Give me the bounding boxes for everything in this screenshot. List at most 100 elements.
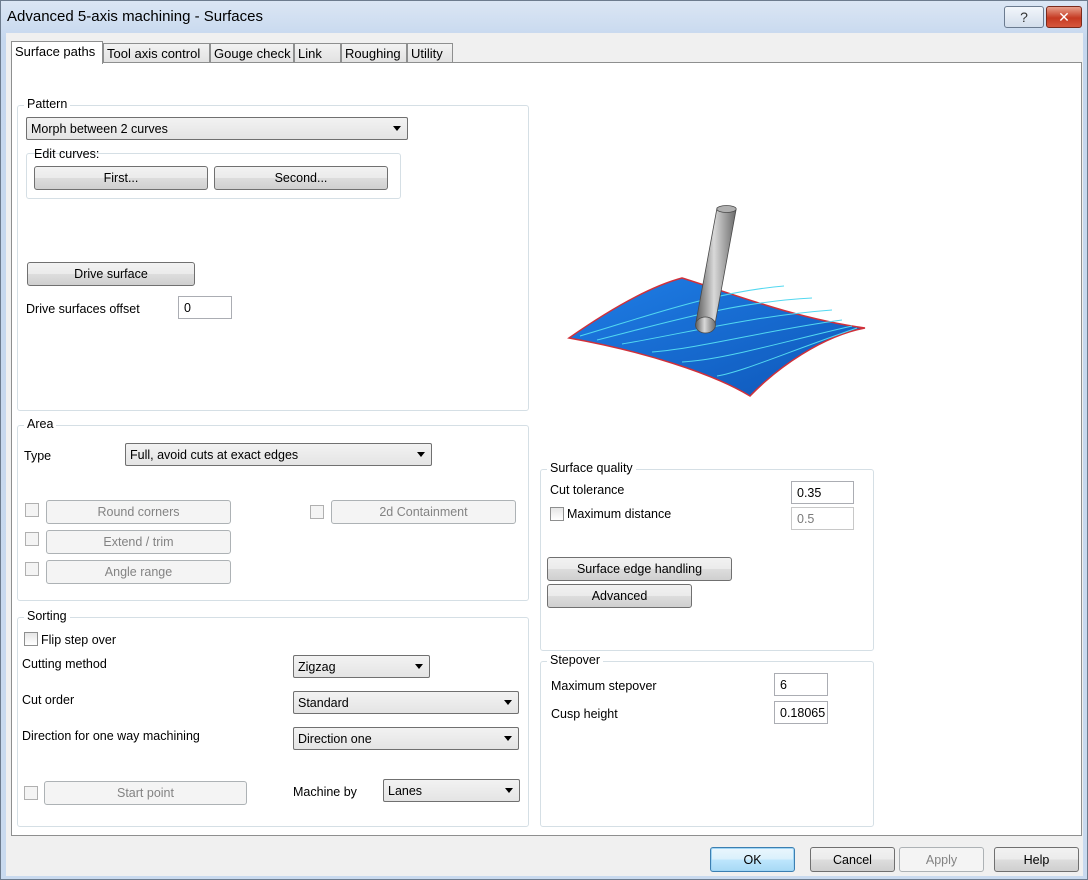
flip-step-over-label: Flip step over <box>41 633 117 647</box>
ok-button-label: OK <box>743 852 762 867</box>
ok-button[interactable]: OK <box>710 847 795 872</box>
drive-surface-button-label: Drive surface <box>74 267 148 281</box>
sorting-group-label: Sorting <box>24 609 70 623</box>
tab-label: Tool axis control <box>107 46 201 61</box>
machine-by-value: Lanes <box>388 784 423 798</box>
title-bar[interactable]: Advanced 5-axis machining - Surfaces ? ✕ <box>1 1 1087 33</box>
area-type-value: Full, avoid cuts at exact edges <box>130 448 299 462</box>
surface-quality-group: Surface quality Cut tolerance 0.35 Maxim… <box>540 461 874 651</box>
round-corners-checkbox[interactable] <box>25 503 39 517</box>
containment-checkbox[interactable] <box>310 505 324 519</box>
containment-button[interactable]: 2d Containment <box>331 500 516 524</box>
drive-offset-input[interactable]: 0 <box>178 296 232 319</box>
area-type-label: Type <box>24 449 52 463</box>
cusp-height-label: Cusp height <box>551 707 618 721</box>
surface-paths-page: Pattern Morph between 2 curves Edit curv… <box>11 62 1082 836</box>
help-icon: ? <box>1020 9 1028 25</box>
tab-utility[interactable]: Utility <box>407 43 453 63</box>
surface-edge-handling-label: Surface edge handling <box>576 562 703 576</box>
cancel-button[interactable]: Cancel <box>810 847 895 872</box>
max-distance-checkbox[interactable] <box>550 507 564 521</box>
cancel-button-label: Cancel <box>833 852 872 867</box>
pattern-group: Pattern Morph between 2 curves Edit curv… <box>17 97 529 411</box>
apply-button-label: Apply <box>925 852 958 867</box>
area-type-select[interactable]: Full, avoid cuts at exact edges <box>125 443 432 466</box>
tab-link[interactable]: Link <box>294 43 341 63</box>
cut-order-select[interactable]: Standard <box>293 691 519 714</box>
second-curve-button-label: Second... <box>274 171 328 185</box>
window-title: Advanced 5-axis machining - Surfaces <box>7 8 263 25</box>
title-close-button[interactable]: ✕ <box>1046 6 1082 28</box>
tab-label: Link <box>298 46 322 61</box>
area-group-label: Area <box>24 417 57 431</box>
close-icon: ✕ <box>1058 8 1070 25</box>
start-point-checkbox[interactable] <box>24 786 38 800</box>
max-stepover-label: Maximum stepover <box>551 679 657 693</box>
drive-surface-button[interactable]: Drive surface <box>27 262 195 286</box>
chevron-down-icon <box>417 452 425 457</box>
start-point-button-label: Start point <box>117 786 174 800</box>
help-button[interactable]: Help <box>994 847 1079 872</box>
second-curve-button[interactable]: Second... <box>214 166 388 190</box>
chevron-down-icon <box>505 788 513 793</box>
machine-by-label: Machine by <box>293 785 357 799</box>
surface-preview-image <box>567 205 866 397</box>
dialog-window: Advanced 5-axis machining - Surfaces ? ✕… <box>0 0 1088 880</box>
cut-tolerance-input[interactable]: 0.35 <box>791 481 854 504</box>
round-corners-button[interactable]: Round corners <box>46 500 231 524</box>
stepover-group-label: Stepover <box>547 653 604 667</box>
cutting-method-value: Zigzag <box>298 660 336 674</box>
angle-range-button-label: Angle range <box>104 565 173 579</box>
max-distance-label: Maximum distance <box>567 507 672 521</box>
tab-label: Roughing <box>345 46 401 61</box>
chevron-down-icon <box>504 700 512 705</box>
help-button-label: Help <box>1023 852 1050 867</box>
pattern-type-select[interactable]: Morph between 2 curves <box>26 117 408 140</box>
stepover-group: Stepover Maximum stepover 6 Cusp height … <box>540 653 874 827</box>
first-curve-button-label: First... <box>103 171 139 185</box>
tab-roughing[interactable]: Roughing <box>341 43 407 63</box>
drive-offset-label: Drive surfaces offset <box>26 302 140 316</box>
surface-edge-handling-button[interactable]: Surface edge handling <box>547 557 732 581</box>
tab-label: Gouge check <box>214 46 291 61</box>
max-distance-input[interactable]: 0.5 <box>791 507 854 530</box>
extend-trim-button-label: Extend / trim <box>103 535 174 549</box>
advanced-button-label: Advanced <box>591 589 648 603</box>
cusp-height-input[interactable]: 0.18065 <box>774 701 828 724</box>
angle-range-checkbox[interactable] <box>25 562 39 576</box>
dialog-client-area: Surface paths Tool axis control Gouge ch… <box>6 33 1083 876</box>
tab-label: Surface paths <box>15 44 96 59</box>
tab-label: Utility <box>411 46 443 61</box>
angle-range-button[interactable]: Angle range <box>46 560 231 584</box>
apply-button[interactable]: Apply <box>899 847 984 872</box>
pattern-type-value: Morph between 2 curves <box>31 122 168 136</box>
machine-by-select[interactable]: Lanes <box>383 779 520 802</box>
extend-trim-checkbox[interactable] <box>25 532 39 546</box>
sorting-group: Sorting Flip step over Cutting method Zi… <box>17 609 529 827</box>
tab-surface-paths[interactable]: Surface paths <box>11 41 103 64</box>
first-curve-button[interactable]: First... <box>34 166 208 190</box>
cutting-method-label: Cutting method <box>22 657 107 671</box>
surface-quality-group-label: Surface quality <box>547 461 636 475</box>
start-point-button[interactable]: Start point <box>44 781 247 805</box>
max-stepover-input[interactable]: 6 <box>774 673 828 696</box>
title-help-button[interactable]: ? <box>1004 6 1044 28</box>
tab-tool-axis-control[interactable]: Tool axis control <box>103 43 210 63</box>
extend-trim-button[interactable]: Extend / trim <box>46 530 231 554</box>
cut-tolerance-label: Cut tolerance <box>550 483 625 497</box>
tab-gouge-check[interactable]: Gouge check <box>210 43 294 63</box>
pattern-group-label: Pattern <box>24 97 71 111</box>
area-group: Area Type Full, avoid cuts at exact edge… <box>17 417 529 601</box>
direction-value: Direction one <box>298 732 372 746</box>
advanced-button[interactable]: Advanced <box>547 584 692 608</box>
edit-curves-label: Edit curves: <box>34 147 100 161</box>
chevron-down-icon <box>393 126 401 131</box>
cut-order-label: Cut order <box>22 693 75 707</box>
cutting-method-select[interactable]: Zigzag <box>293 655 430 678</box>
flip-step-over-checkbox[interactable] <box>24 632 38 646</box>
chevron-down-icon <box>415 664 423 669</box>
direction-label: Direction for one way machining <box>22 729 200 743</box>
direction-select[interactable]: Direction one <box>293 727 519 750</box>
round-corners-button-label: Round corners <box>97 505 180 519</box>
chevron-down-icon <box>504 736 512 741</box>
